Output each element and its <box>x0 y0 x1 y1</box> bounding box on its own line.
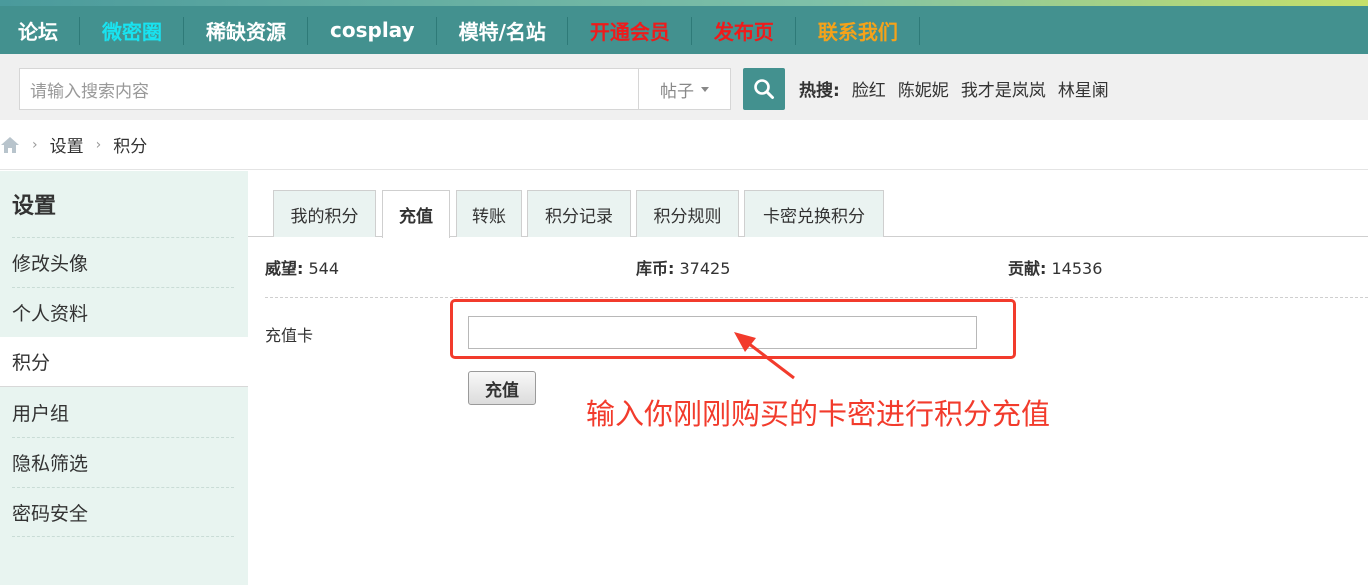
search-type-select[interactable]: 帖子 <box>638 68 731 110</box>
hot-search-item[interactable]: 陈妮妮 <box>898 76 949 101</box>
stat-value: 37425 <box>679 259 731 278</box>
hot-search: 热搜: 脸红 陈妮妮 我才是岚岚 林星阑 <box>799 76 1109 101</box>
annotation-arrow-icon <box>734 332 795 380</box>
search-button[interactable] <box>743 68 785 110</box>
nav-item-forum[interactable]: 论坛 <box>0 6 80 54</box>
nav-item-contact[interactable]: 联系我们 <box>796 6 920 54</box>
breadcrumb-item-points[interactable]: 积分 <box>113 132 147 157</box>
points-panel: 我的积分 充值 转账 积分记录 积分规则 卡密兑换积分 威望: 544 库币: … <box>248 171 1368 585</box>
hot-search-item[interactable]: 脸红 <box>852 76 886 101</box>
stat-value: 14536 <box>1051 259 1103 278</box>
breadcrumb: › 设置 › 积分 <box>0 120 1368 170</box>
stat-contribution: 贡献: 14536 <box>1008 255 1102 279</box>
sidebar-item-avatar[interactable]: 修改头像 <box>12 237 234 287</box>
divider <box>265 297 1368 298</box>
recharge-button[interactable]: 充值 <box>468 371 536 405</box>
stat-coins: 库币: 37425 <box>636 255 730 279</box>
tab-card-exchange[interactable]: 卡密兑换积分 <box>744 190 884 237</box>
home-icon[interactable] <box>0 136 20 154</box>
tab-points-log[interactable]: 积分记录 <box>527 190 631 237</box>
sidebar-item-privacy[interactable]: 隐私筛选 <box>12 437 234 487</box>
chevron-right-icon: › <box>95 136 102 153</box>
nav-item-membership[interactable]: 开通会员 <box>568 6 692 54</box>
stat-prestige: 威望: 544 <box>265 255 339 279</box>
annotation-text: 输入你刚刚购买的卡密进行积分充值 <box>586 397 1051 431</box>
sidebar-item-password[interactable]: 密码安全 <box>12 487 234 537</box>
tab-my-points[interactable]: 我的积分 <box>273 190 376 237</box>
nav-item-publish-page[interactable]: 发布页 <box>692 6 796 54</box>
sidebar-item-profile[interactable]: 个人资料 <box>12 287 234 337</box>
tab-recharge[interactable]: 充值 <box>382 190 450 238</box>
nav-item-models[interactable]: 模特/名站 <box>437 6 569 54</box>
points-tabs: 我的积分 充值 转账 积分记录 积分规则 卡密兑换积分 <box>248 190 1368 238</box>
hot-search-label: 热搜: <box>799 81 840 101</box>
points-stats: 威望: 544 库币: 37425 贡献: 14536 <box>265 255 1365 283</box>
sidebar-title: 设置 <box>12 194 57 219</box>
tab-transfer[interactable]: 转账 <box>456 190 522 237</box>
nav-item-cosplay[interactable]: cosplay <box>308 6 437 54</box>
settings-sidebar: 设置 修改头像 个人资料 积分 用户组 隐私筛选 密码安全 <box>0 171 248 585</box>
nav-item-weimiquan[interactable]: 微密圈 <box>80 6 184 54</box>
search-input[interactable]: 请输入搜索内容 <box>19 68 639 110</box>
chevron-down-icon <box>701 86 709 92</box>
nav-item-rare-resources[interactable]: 稀缺资源 <box>184 6 308 54</box>
card-field-label: 充值卡 <box>265 326 314 345</box>
hot-search-item[interactable]: 我才是岚岚 <box>961 76 1046 101</box>
stat-value: 544 <box>308 259 340 278</box>
search-bar: 请输入搜索内容 帖子 热搜: 脸红 陈妮妮 我才是岚岚 林星阑 <box>0 54 1368 120</box>
main-nav: 论坛 微密圈 稀缺资源 cosplay 模特/名站 开通会员 发布页 联系我们 <box>0 6 1368 54</box>
sidebar-item-points[interactable]: 积分 <box>0 337 248 387</box>
search-type-label: 帖子 <box>660 81 694 102</box>
stat-label: 贡献: <box>1008 259 1047 278</box>
chevron-right-icon: › <box>32 136 38 153</box>
search-icon <box>754 79 774 99</box>
hot-search-item[interactable]: 林星阑 <box>1058 76 1109 101</box>
stat-label: 库币: <box>636 259 675 278</box>
breadcrumb-item-settings[interactable]: 设置 <box>50 132 84 157</box>
tab-points-rules[interactable]: 积分规则 <box>636 190 739 237</box>
sidebar-item-usergroup[interactable]: 用户组 <box>12 387 234 437</box>
stat-label: 威望: <box>265 259 304 278</box>
